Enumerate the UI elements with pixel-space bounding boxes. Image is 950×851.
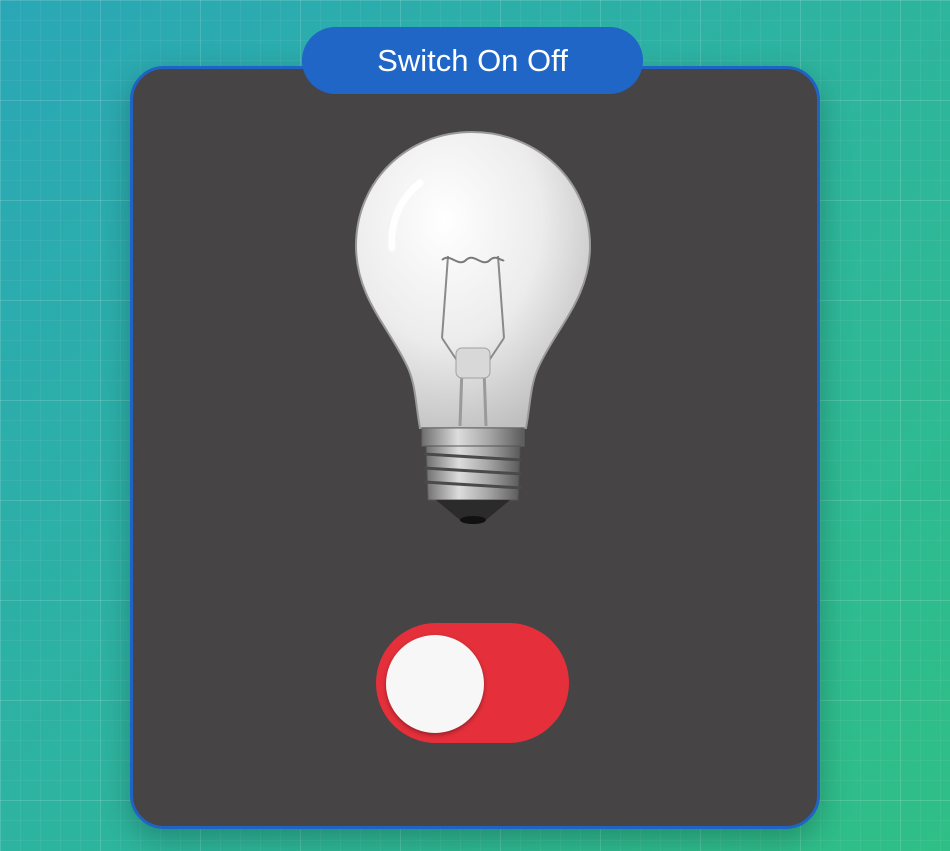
lightbulb-icon xyxy=(354,130,592,524)
page-title: Switch On Off xyxy=(302,27,643,94)
power-toggle-switch[interactable] xyxy=(376,623,569,743)
toggle-knob[interactable] xyxy=(386,635,484,733)
